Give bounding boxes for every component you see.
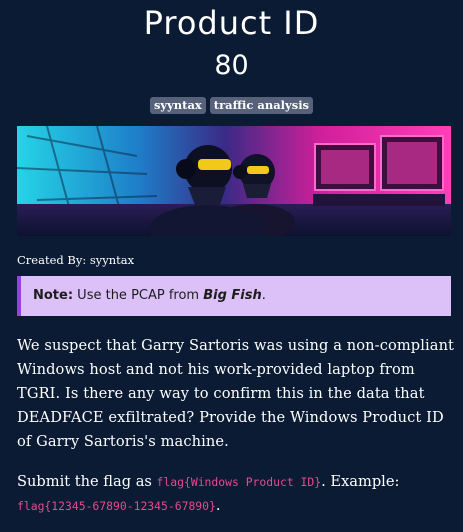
- submit-instructions: Submit the flag as flag{Windows Product …: [17, 470, 457, 518]
- note-box: Note: Use the PCAP from Big Fish.: [17, 276, 451, 316]
- example-label: . Example:: [321, 473, 400, 490]
- challenge-title: Product ID: [143, 4, 320, 42]
- tag-list: syyntax traffic analysis: [0, 97, 463, 114]
- submit-suffix: .: [215, 497, 221, 514]
- flag-format-code: flag{Windows Product ID}: [156, 475, 322, 489]
- tag-category[interactable]: traffic analysis: [209, 97, 314, 114]
- challenge-description: We suspect that Garry Sartoris was using…: [17, 337, 455, 450]
- note-period: .: [261, 288, 266, 303]
- note-reference: Big Fish: [203, 288, 262, 303]
- example-flag-code: flag{12345-67890-12345-67890}: [17, 499, 216, 513]
- challenge-points: 80: [214, 50, 249, 81]
- submit-prefix: Submit the flag as: [17, 473, 157, 490]
- tag-author[interactable]: syyntax: [149, 97, 206, 114]
- note-label: Note:: [33, 288, 74, 303]
- note-text: Use the PCAP from: [73, 288, 204, 303]
- challenge-banner-image: [17, 126, 451, 236]
- created-by-text: Created By: syyntax: [17, 253, 135, 267]
